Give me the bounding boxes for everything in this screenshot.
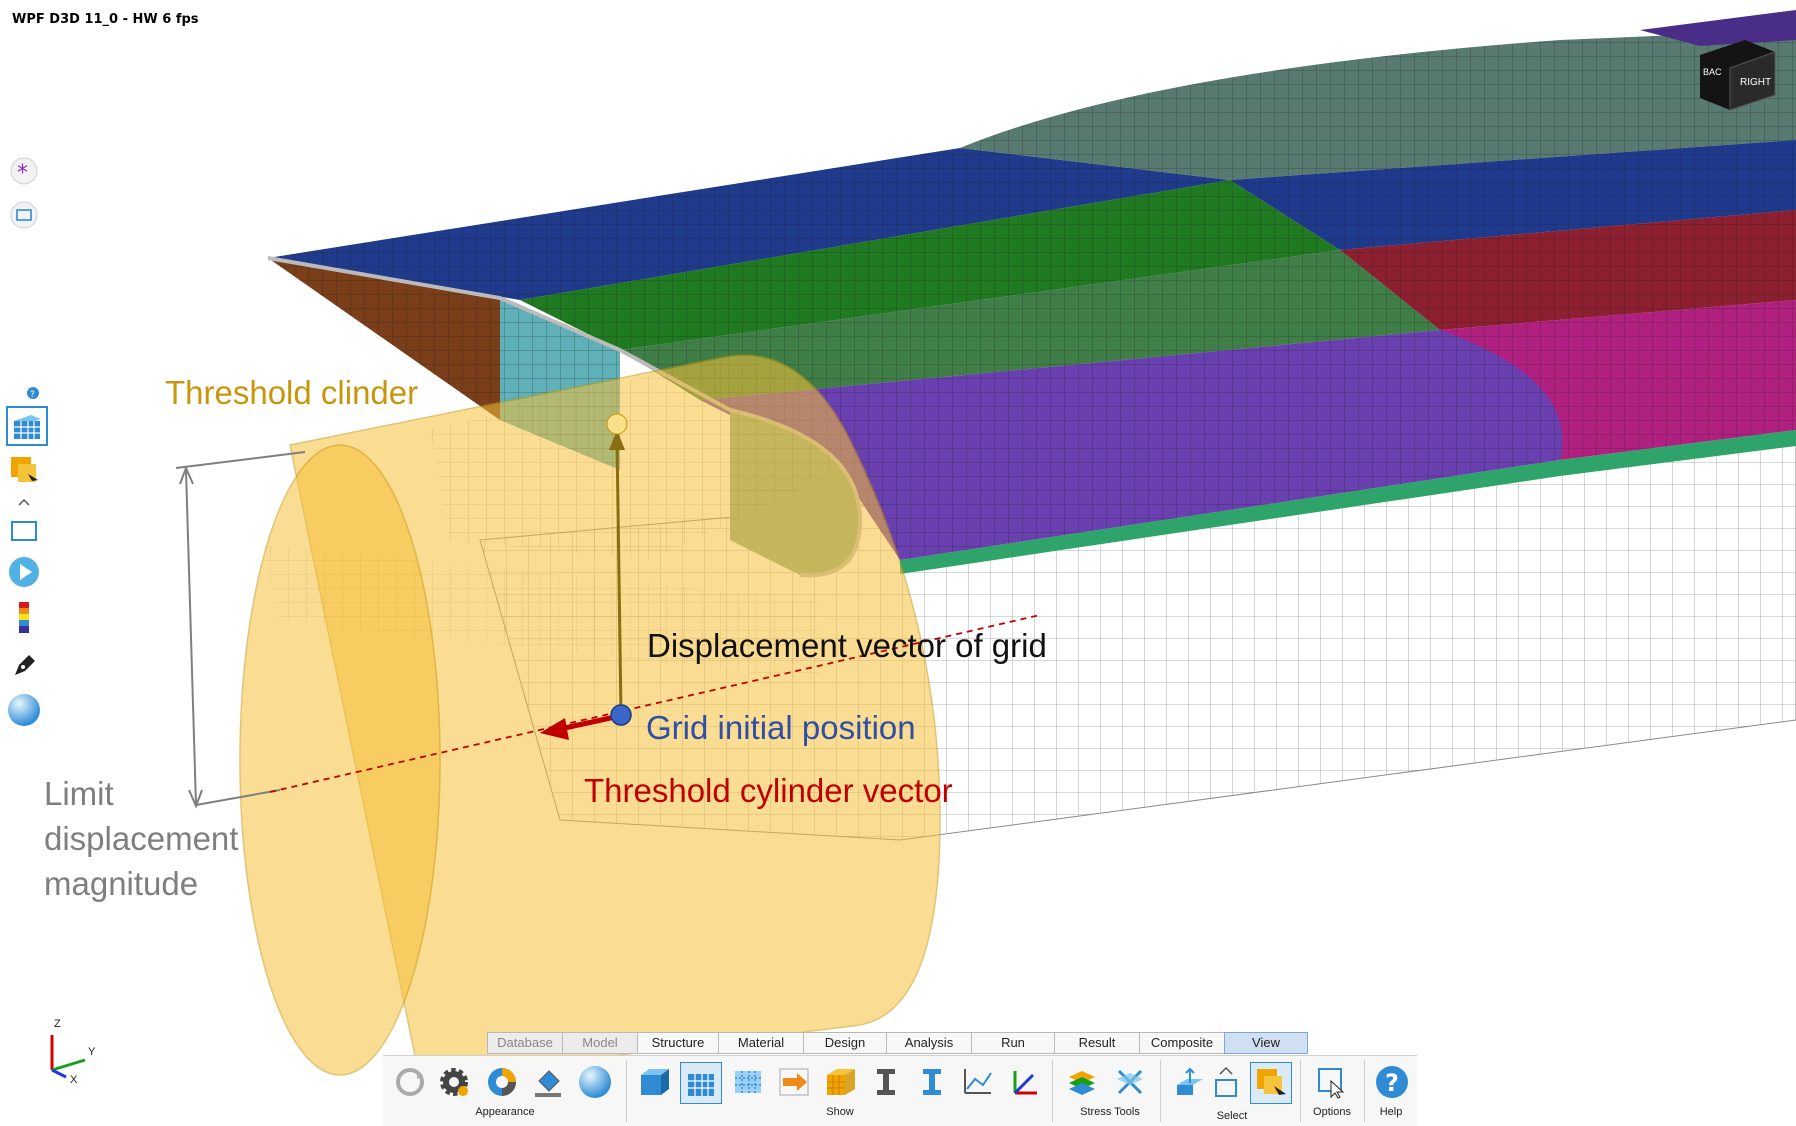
view-cube-right-label: RIGHT xyxy=(1740,77,1771,88)
group-separator xyxy=(1052,1060,1053,1122)
limit-displacement-label-line2: displacement xyxy=(44,820,239,857)
tab-run[interactable]: Run xyxy=(971,1032,1054,1054)
tab-database[interactable]: Database xyxy=(487,1032,562,1054)
ribbon-tabs: Database Model Structure Material Design… xyxy=(487,1032,1308,1054)
stacked-layers-icon[interactable] xyxy=(1062,1062,1102,1102)
beam-section-icon[interactable] xyxy=(912,1062,952,1102)
beam-i-icon[interactable] xyxy=(866,1062,906,1102)
limit-displacement-label-line1: Limit xyxy=(44,775,114,812)
group-label-options: Options xyxy=(1313,1106,1351,1118)
rectangle-icon[interactable] xyxy=(6,197,42,233)
checker-surface-icon[interactable] xyxy=(820,1062,860,1102)
cross-arrows-icon[interactable] xyxy=(1110,1062,1150,1102)
graph-plot-icon[interactable] xyxy=(958,1062,998,1102)
axis-triad: Z Y X xyxy=(40,1015,100,1086)
group-separator xyxy=(626,1060,627,1122)
shaded-sphere-icon[interactable] xyxy=(575,1062,615,1102)
svg-text:*: * xyxy=(17,161,28,186)
coordinate-axes-icon[interactable] xyxy=(1004,1062,1044,1102)
limit-displacement-label-line3: magnitude xyxy=(44,865,199,902)
tab-view[interactable]: View xyxy=(1224,1032,1308,1054)
group-label-appearance: Appearance xyxy=(475,1106,535,1118)
collapse-chevron-icon[interactable] xyxy=(6,494,42,510)
rectangle-select-icon[interactable] xyxy=(6,513,42,549)
help-icon[interactable]: ? xyxy=(1372,1062,1412,1102)
grid-initial-position-node xyxy=(610,704,632,726)
group-label-select: Select xyxy=(1216,1110,1248,1122)
mesh-box-icon[interactable] xyxy=(680,1062,722,1104)
select-element-icon[interactable] xyxy=(6,452,42,488)
arrow-load-icon[interactable] xyxy=(774,1062,814,1102)
view-cube-back-label: BAC xyxy=(1703,67,1722,77)
group-separator xyxy=(1300,1060,1301,1122)
options-icon[interactable] xyxy=(1312,1062,1352,1102)
sphere-icon[interactable] xyxy=(6,692,42,728)
threshold-cylinder-label: Threshold clinder xyxy=(165,374,419,411)
svg-text:?: ? xyxy=(1385,1069,1399,1097)
help-badge-icon[interactable]: ? xyxy=(26,386,40,400)
svg-text:?: ? xyxy=(30,390,35,399)
displacement-vector-label: Displacement vector of grid xyxy=(647,627,1047,664)
threshold-cylinder-vector-label: Threshold cylinder vector xyxy=(584,772,953,809)
color-wheel-icon[interactable] xyxy=(482,1062,522,1102)
dotted-mesh-icon[interactable] xyxy=(728,1062,768,1102)
model-viewport[interactable]: RIGHT BAC xyxy=(0,0,1796,1125)
group-label-show: Show xyxy=(826,1106,854,1118)
play-icon[interactable] xyxy=(6,554,42,590)
mesh-view-icon[interactable] xyxy=(6,406,48,446)
fill-bucket-icon[interactable] xyxy=(528,1062,568,1102)
tab-design[interactable]: Design xyxy=(803,1032,886,1054)
tab-material[interactable]: Material xyxy=(718,1032,803,1054)
tab-result[interactable]: Result xyxy=(1054,1032,1139,1054)
window-title: WPF D3D 11_0 - HW 6 fps xyxy=(12,12,199,27)
group-separator xyxy=(1160,1060,1161,1122)
group-label-help: Help xyxy=(1379,1106,1403,1118)
triad-y-label: Y xyxy=(88,1046,96,1058)
triad-z-label: Z xyxy=(54,1018,61,1030)
select-plane-icon[interactable] xyxy=(1170,1062,1210,1102)
triad-x-label: X xyxy=(70,1074,78,1085)
grid-initial-position-label: Grid initial position xyxy=(646,709,916,746)
pen-icon[interactable] xyxy=(6,646,42,682)
refresh-icon[interactable] xyxy=(390,1062,430,1102)
select-element-button[interactable] xyxy=(1250,1062,1292,1104)
tab-structure[interactable]: Structure xyxy=(637,1032,718,1054)
tab-model[interactable]: Model xyxy=(562,1032,637,1054)
tab-analysis[interactable]: Analysis xyxy=(886,1032,971,1054)
tab-composite[interactable]: Composite xyxy=(1139,1032,1224,1054)
solid-box-icon[interactable] xyxy=(634,1062,674,1102)
select-up-chevron-icon[interactable] xyxy=(1212,1062,1240,1102)
settings-gear-icon[interactable] xyxy=(434,1062,474,1102)
group-label-stress-tools: Stress Tools xyxy=(1080,1106,1140,1118)
contour-legend-icon[interactable] xyxy=(6,600,42,636)
asterisk-icon[interactable]: * xyxy=(6,153,42,189)
